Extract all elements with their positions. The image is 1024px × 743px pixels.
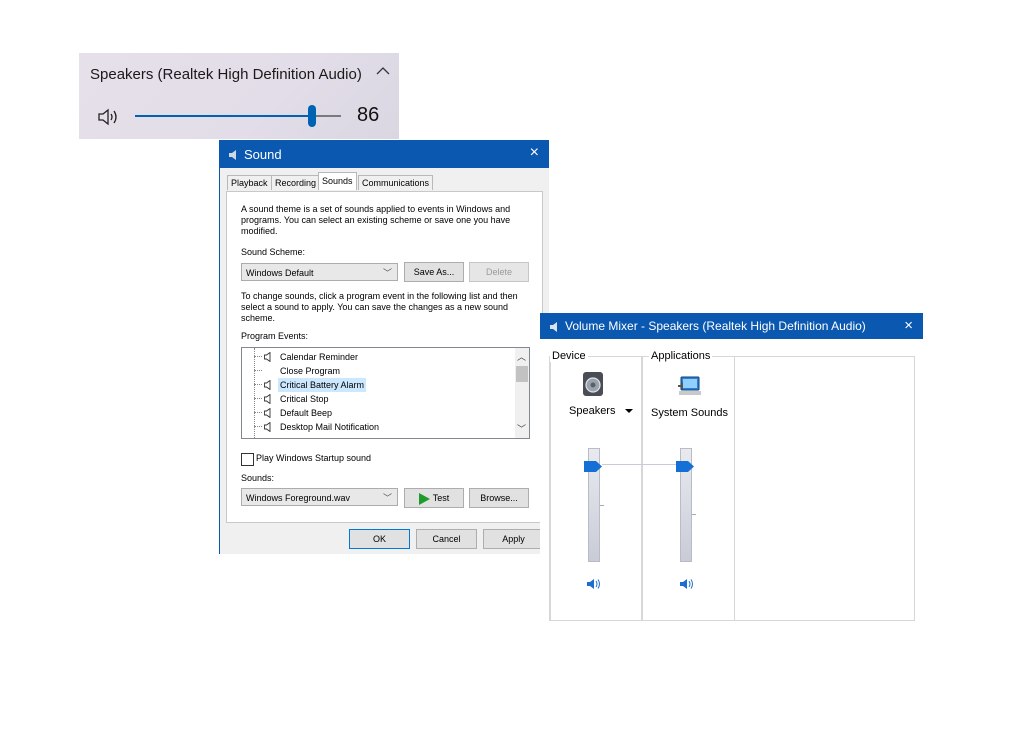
tree-branch-line	[254, 356, 262, 357]
volume-slider[interactable]	[135, 105, 341, 127]
speaker-icon	[264, 379, 271, 391]
device-group-label: Device	[550, 350, 588, 362]
chevron-down-icon: ﹀	[382, 268, 392, 278]
list-item-label: Close Program	[280, 366, 341, 376]
tree-branch-line	[254, 370, 262, 371]
chevron-down-icon: ﹀	[382, 493, 392, 503]
device-slider-thumb[interactable]	[584, 459, 602, 472]
play-icon	[418, 492, 430, 505]
sound-app-icon	[228, 148, 238, 160]
tab-playback[interactable]: Playback	[227, 175, 272, 190]
speaker-icon	[264, 407, 271, 419]
sound-file-value: Windows Foreground.wav	[246, 493, 351, 503]
volume-value: 86	[357, 104, 380, 126]
events-scrollbar[interactable]: ︿ ﹀	[515, 348, 529, 438]
tree-branch-line	[254, 426, 262, 427]
list-item[interactable]: Calendar Reminder	[242, 350, 512, 364]
volume-slider-thumb[interactable]	[308, 105, 317, 127]
tab-communications[interactable]: Communications	[358, 175, 434, 190]
tree-branch-line	[254, 412, 262, 413]
device-select[interactable]: Speakers	[569, 405, 633, 417]
app-name: System Sounds	[651, 407, 729, 419]
app-mute-icon[interactable]	[680, 577, 694, 589]
volume-flyout: Speakers (Realtek High Definition Audio)…	[79, 53, 399, 139]
events-label: Program Events:	[241, 331, 309, 341]
test-button[interactable]: Test	[404, 488, 464, 508]
mixer-body: Device Applications Speakers System Soun…	[549, 350, 915, 621]
sound-dialog: Sound × Playback Recording Sounds Commun…	[219, 140, 549, 554]
slider-tick	[600, 505, 604, 506]
speaker-icon	[264, 421, 271, 433]
device-mute-icon[interactable]	[587, 577, 601, 589]
sounds-label: Sounds:	[241, 473, 275, 483]
startup-checkbox[interactable]	[241, 453, 254, 466]
list-item-label: Desktop Mail Notification	[280, 422, 380, 432]
browse-button[interactable]: Browse...	[469, 488, 529, 508]
system-sounds-icon[interactable]	[677, 375, 703, 404]
chevron-up-icon[interactable]	[376, 63, 390, 79]
test-label: Test	[432, 493, 450, 503]
volume-slider-fill	[135, 115, 313, 117]
scheme-select[interactable]: Windows Default ﹀	[241, 263, 398, 281]
scroll-thumb[interactable]	[516, 366, 528, 382]
program-events-list[interactable]: Calendar Reminder Close Program Critical B…	[241, 347, 530, 439]
sound-file-select[interactable]: Windows Foreground.wav ﹀	[241, 488, 398, 506]
speaker-icon	[264, 351, 271, 363]
sound-title: Sound	[244, 147, 282, 162]
scroll-up-icon[interactable]: ︿	[517, 350, 526, 363]
applications-group-label: Applications	[649, 350, 713, 362]
speaker-icon[interactable]	[97, 106, 123, 128]
ok-button[interactable]: OK	[349, 529, 410, 549]
scroll-down-icon[interactable]: ﹀	[517, 422, 526, 435]
list-item[interactable]: Critical Stop	[242, 392, 512, 406]
close-icon[interactable]: ×	[904, 317, 913, 334]
tree-branch-line	[254, 384, 262, 385]
tab-sounds[interactable]: Sounds	[318, 172, 357, 190]
list-item-label: Critical Stop	[280, 394, 329, 404]
speakers-device-icon[interactable]	[582, 371, 604, 402]
close-icon[interactable]: ×	[530, 144, 539, 162]
delete-button[interactable]: Delete	[469, 262, 529, 282]
list-item[interactable]: Close Program	[242, 364, 512, 378]
volume-mixer: Volume Mixer - Speakers (Realtek High De…	[540, 313, 923, 621]
list-item-label: Critical Battery Alarm	[278, 378, 367, 392]
channel-link-line	[602, 463, 682, 465]
sounds-panel: A sound theme is a set of sounds applied…	[226, 191, 543, 523]
tab-recording[interactable]: Recording	[271, 175, 321, 190]
list-item[interactable]: Default Beep	[242, 406, 512, 420]
mixer-title-bar[interactable]: Volume Mixer - Speakers (Realtek High De…	[540, 313, 923, 339]
caret-down-icon	[624, 409, 633, 414]
scheme-description: A sound theme is a set of sounds applied…	[241, 204, 511, 236]
device-name: Speakers	[569, 405, 616, 417]
list-item-label: Default Beep	[280, 408, 333, 418]
list-item[interactable]: Desktop Mail Notification	[242, 420, 512, 434]
slider-tick	[692, 514, 696, 515]
mixer-title: Volume Mixer - Speakers (Realtek High De…	[565, 319, 866, 333]
scheme-value: Windows Default	[246, 268, 314, 278]
flyout-device-name[interactable]: Speakers (Realtek High Definition Audio)	[90, 66, 362, 83]
apply-button[interactable]: Apply	[483, 529, 544, 549]
cancel-button[interactable]: Cancel	[416, 529, 477, 549]
list-item[interactable]: Critical Battery Alarm	[242, 378, 512, 392]
save-as-button[interactable]: Save As...	[404, 262, 464, 282]
scheme-label: Sound Scheme:	[241, 247, 306, 257]
speaker-icon	[550, 320, 558, 332]
startup-checkbox-label[interactable]: Play Windows Startup sound	[256, 453, 371, 464]
sound-title-bar[interactable]: Sound ×	[220, 140, 549, 168]
app-slider-thumb[interactable]	[676, 459, 694, 472]
list-item-label: Calendar Reminder	[280, 352, 359, 362]
change-instructions: To change sounds, click a program event …	[241, 291, 518, 323]
tree-branch-line	[254, 398, 262, 399]
speaker-icon	[264, 393, 271, 405]
